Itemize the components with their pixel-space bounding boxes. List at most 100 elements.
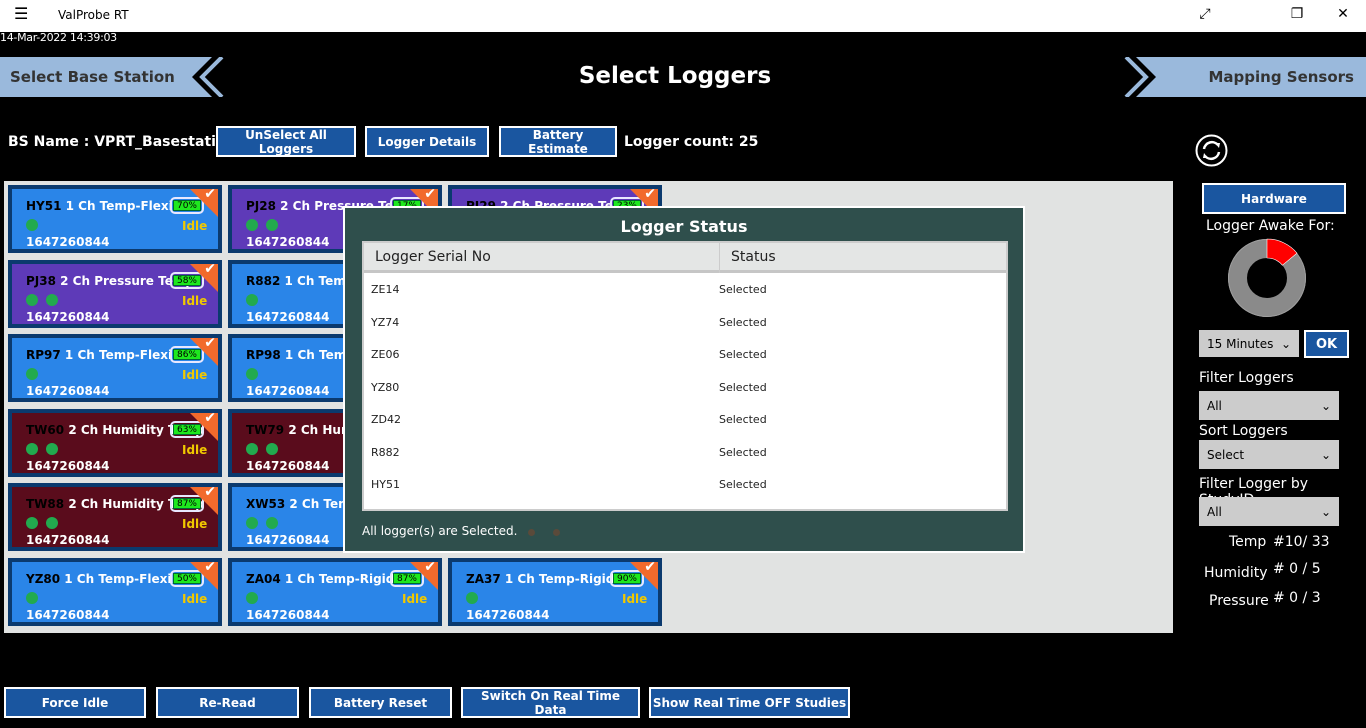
close-icon[interactable]: ✕: [1328, 6, 1358, 22]
row-serial: YZ80: [371, 380, 400, 394]
channel-dot: [246, 442, 258, 455]
channel-dot: [266, 517, 278, 530]
logger-card[interactable]: ZA04 1 Ch Temp-Rigid 87% Idle 1647260844 ✔: [228, 558, 442, 626]
logger-count: Logger count: 25: [624, 134, 759, 150]
logger-serial: 1647260844: [466, 608, 550, 622]
row-status: Selected: [719, 315, 767, 329]
channel-dot: [246, 592, 258, 604]
logger-serial: 1647260844: [26, 309, 110, 324]
bottom-button-re-read[interactable]: Re-Read: [156, 687, 299, 718]
logger-name: HY51 1 Ch Temp-Flexible: [26, 199, 194, 213]
channel-dot: [246, 368, 258, 381]
bottom-button-switch-on-real-time-data[interactable]: Switch On Real Time Data: [461, 687, 640, 718]
channel-dot: [246, 293, 258, 306]
logger-card[interactable]: ZA37 1 Ch Temp-Rigid 90% Idle 1647260844 ✔: [448, 558, 662, 626]
table-row[interactable]: ZD42 Selected: [364, 405, 1006, 438]
check-icon: ✔: [204, 335, 216, 352]
restore-icon[interactable]: ❐: [1282, 6, 1312, 22]
table-row[interactable]: ZE06 Selected: [364, 340, 1006, 373]
hamburger-menu-icon[interactable]: ☰: [14, 4, 28, 23]
table-row[interactable]: YZ80 Selected: [364, 373, 1006, 406]
study-value: All: [1207, 504, 1222, 519]
bottom-button-battery-reset[interactable]: Battery Reset: [309, 687, 452, 718]
logger-card[interactable]: RP97 1 Ch Temp-Flexible 86% Idle 1647260844…: [8, 334, 222, 403]
logger-serial: 1647260844: [26, 608, 110, 622]
channel-dot: [466, 592, 478, 604]
bottom-button-force-idle[interactable]: Force Idle: [4, 687, 146, 718]
bottom-button-show-real-time-off-studies[interactable]: Show Real Time OFF Studies: [649, 687, 850, 718]
channel-dots: [246, 517, 278, 530]
channel-dot: [46, 517, 58, 530]
row-status: Selected: [719, 283, 767, 296]
logger-details-button[interactable]: Logger Details: [365, 126, 489, 157]
logger-card[interactable]: YZ80 1 Ch Temp-Flexible 50% Idle 1647260844…: [8, 558, 222, 626]
channel-dots: [26, 592, 38, 604]
col-status: Status: [731, 249, 776, 265]
sort-loggers-select[interactable]: Select ⌄: [1199, 440, 1339, 469]
logger-serial: 1647260844: [26, 235, 110, 249]
logger-status: Idle: [182, 592, 208, 606]
logger-serial: 1647260844: [246, 533, 330, 548]
check-icon: ✔: [204, 484, 216, 501]
check-icon: ✔: [204, 409, 216, 426]
temp-label: Temp: [1229, 534, 1267, 550]
datetime: 14-Mar-2022 14:39:03: [0, 31, 117, 44]
logger-card[interactable]: TW60 2 Ch Humidity Temp 63% Idle 1647260844…: [8, 408, 222, 477]
humidity-label: Humidity: [1204, 565, 1268, 581]
logger-serial: 1647260844: [26, 533, 110, 548]
logger-card[interactable]: TW88 2 Ch Humidity Temp 87% Idle 1647260844…: [8, 483, 222, 552]
study-filter-select[interactable]: All ⌄: [1199, 497, 1339, 526]
check-icon: ✔: [424, 559, 436, 575]
check-icon: ✔: [204, 559, 216, 575]
table-row[interactable]: R882 Selected: [364, 438, 1006, 471]
table-row[interactable]: HY51 Selected: [364, 470, 1006, 503]
row-serial: HY51: [371, 478, 400, 491]
row-serial: ZE14: [371, 283, 400, 296]
filter-loggers-select[interactable]: All ⌄: [1199, 391, 1339, 420]
fullscreen-icon[interactable]: ⤢: [1190, 6, 1220, 22]
mapping-sensors-button[interactable]: Mapping Sensors: [1118, 57, 1366, 97]
logger-name: ZA04 1 Ch Temp-Rigid: [246, 572, 395, 586]
logger-serial: 1647260844: [26, 384, 110, 399]
row-status: Selected: [719, 478, 767, 491]
sort-value: Select: [1207, 447, 1245, 462]
status-table[interactable]: Logger Serial No Status ZE14 Selected YZ74…: [362, 241, 1008, 511]
logger-status: Idle: [622, 592, 648, 606]
table-header: Logger Serial No Status: [364, 243, 1006, 273]
hardware-button[interactable]: Hardware: [1202, 183, 1346, 214]
channel-dot: [266, 442, 278, 455]
channel-dot: [26, 219, 38, 231]
check-icon: ✔: [204, 260, 216, 277]
channel-dots: [26, 368, 38, 381]
ok-button[interactable]: OK: [1304, 330, 1349, 358]
refresh-icon[interactable]: [1195, 134, 1228, 167]
logger-name: PJ38 2 Ch Pressure Temp: [26, 273, 194, 288]
logger-name: RP97 1 Ch Temp-Flexible: [26, 348, 193, 363]
logger-card[interactable]: PJ38 2 Ch Pressure Temp 58% Idle 1647260844…: [8, 259, 222, 328]
awake-donut-gauge: [1228, 238, 1306, 317]
logger-card[interactable]: HY51 1 Ch Temp-Flexible 70% Idle 1647260844…: [8, 185, 222, 253]
channel-dots: [246, 592, 258, 604]
sort-loggers-label: Sort Loggers: [1199, 423, 1288, 439]
table-row[interactable]: ZE14 Selected: [364, 275, 1006, 308]
awake-value: 15 Minutes: [1207, 336, 1274, 351]
logger-serial: 1647260844: [246, 458, 330, 473]
channel-dot: [26, 592, 38, 604]
unselect-all-button[interactable]: UnSelect All Loggers: [216, 126, 356, 157]
row-serial: YZ74: [371, 315, 400, 329]
col-serial: Logger Serial No: [375, 249, 491, 265]
table-row[interactable]: YZ74 Selected: [364, 308, 1006, 341]
logger-status: Idle: [182, 368, 208, 383]
filter-loggers-label: Filter Loggers: [1199, 370, 1294, 386]
logger-serial: 1647260844: [246, 608, 330, 622]
logger-serial: 1647260844: [26, 458, 110, 473]
channel-dot: [46, 293, 58, 306]
temp-count: #10/ 33: [1273, 534, 1330, 550]
awake-duration-select[interactable]: 15 Minutes ⌄: [1199, 330, 1299, 357]
channel-dot: [46, 442, 58, 455]
filter-value: All: [1207, 398, 1222, 413]
battery-estimate-button[interactable]: Battery Estimate: [499, 126, 617, 157]
pressure-label: Pressure: [1209, 593, 1269, 609]
channel-dot: [26, 517, 38, 530]
logger-status: Idle: [182, 517, 208, 532]
